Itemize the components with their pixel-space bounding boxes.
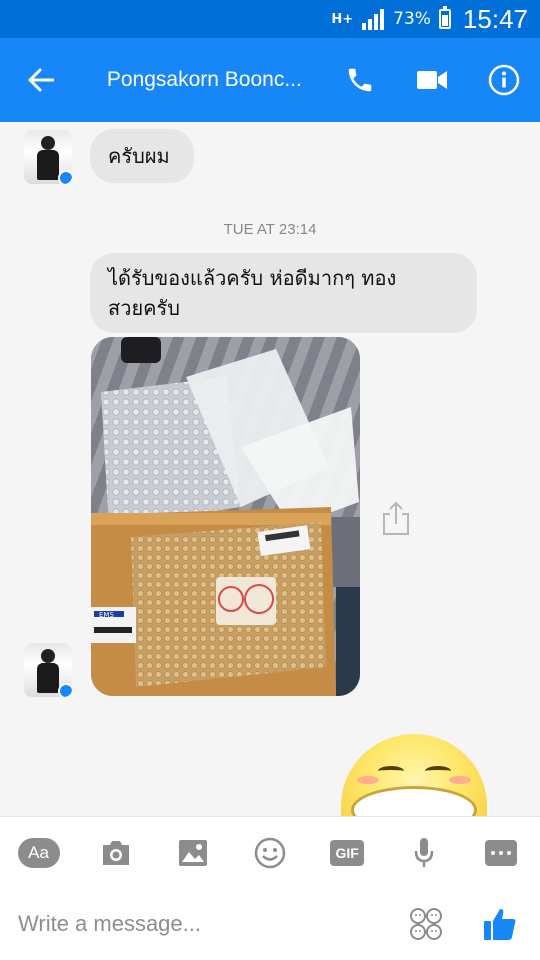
contact-avatar[interactable] [24,643,72,697]
message-text: ครับผม [108,144,170,168]
voice-clip-button[interactable] [402,831,446,875]
message-bubble-received[interactable]: ครับผม [90,129,194,183]
message-composer [0,888,540,960]
message-timestamp: TUE AT 23:14 [223,221,317,238]
message-text-line: ได้รับของแล้วครับ ห่อดีมากๆ ทอง [108,266,397,290]
more-dots-icon [485,839,518,866]
message-bubble-received[interactable]: ได้รับของแล้วครับ ห่อดีมากๆ ทอง สวยครับ [90,253,477,333]
info-icon [488,64,520,96]
conversation-info-button[interactable] [468,38,540,122]
package-photo: EMS [91,337,360,696]
video-camera-icon [417,71,447,89]
signal-strength-icon [362,9,385,30]
sticker-faces-icon[interactable] [408,906,444,942]
gif-label: GIF [330,839,365,866]
microphone-icon [415,837,434,867]
message-input[interactable] [18,911,398,937]
text-style-label: Aa [17,837,60,868]
laughing-emoji-sticker[interactable] [341,734,487,816]
camera-button[interactable] [94,831,138,875]
emoji-button[interactable] [248,831,292,875]
contact-avatar[interactable] [24,130,72,184]
share-icon[interactable] [380,500,412,536]
gif-button[interactable]: GIF [325,831,369,875]
voice-call-button[interactable] [324,38,396,122]
clock: 15:47 [462,3,528,34]
more-options-button[interactable] [479,831,523,875]
image-icon [178,839,207,866]
battery-percent: 73% [393,9,431,29]
conversation-header: Pongsakorn Boonc... [0,38,540,122]
phone-icon [348,68,372,92]
message-list[interactable]: ครับผม TUE AT 23:14 ได้รับของแล้วครับ ห่… [0,122,540,816]
camera-icon [102,840,129,865]
gallery-button[interactable] [171,831,215,875]
status-bar: H+ 73% 15:47 [0,0,540,38]
video-call-button[interactable] [396,38,468,122]
back-arrow-icon [28,68,55,92]
message-text-line: สวยครับ [108,296,180,320]
contact-name[interactable]: Pongsakorn Boonc... [107,68,324,92]
composer-toolbar: Aa GIF [0,816,540,888]
text-style-button[interactable]: Aa [17,831,61,875]
messenger-badge-icon [58,683,72,697]
network-type-indicator: H+ [331,11,354,27]
photo-attachment[interactable]: EMS [91,337,360,696]
thumbs-up-icon[interactable] [482,906,518,942]
smiley-icon [254,837,286,868]
battery-icon [438,6,451,29]
ems-label: EMS [99,611,114,619]
back-button[interactable] [0,38,83,122]
messenger-badge-icon [58,170,72,184]
